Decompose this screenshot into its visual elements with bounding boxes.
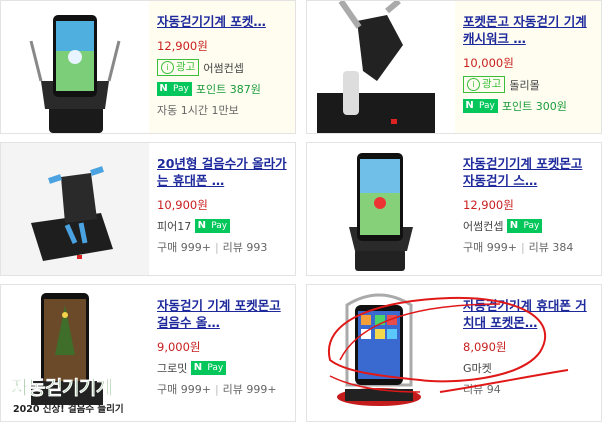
product-price: 12,900원: [157, 39, 208, 53]
naver-pay-badge: N Pay: [463, 99, 498, 113]
product-title[interactable]: 자동걷기기계 휴대폰 거치대 포켓몬…: [463, 297, 593, 331]
product-price: 10,000원: [463, 56, 514, 70]
info-icon: i: [467, 78, 480, 91]
purchase-count: 구매 999+: [157, 383, 211, 396]
product-image[interactable]: [307, 143, 455, 275]
product-card[interactable]: 자동걷기기계 2020 신상! 걸음수 늘리기 자동걷기 기계 포켓몬고 걸음수…: [0, 284, 296, 422]
points: 포인트 387원: [195, 83, 261, 96]
product-card[interactable]: 포켓몬고 자동걷기 기계 캐시워크 … 10,000원 i 광고 돌리몰 N Pay…: [306, 0, 602, 134]
seller-name[interactable]: 돌리몰: [509, 77, 539, 93]
seller-name[interactable]: 피어17: [157, 218, 191, 234]
product-price: 12,900원: [463, 198, 514, 212]
product-card[interactable]: 자동걷기기계 포켓… 12,900원 i 광고 어썸컨셉 N Pay 포인트 387…: [0, 0, 296, 134]
image-caption-big: 자동걷기기계: [11, 377, 114, 400]
naver-pay-badge: N Pay: [157, 82, 192, 96]
product-image[interactable]: 자동걷기기계 2020 신상! 걸음수 늘리기: [1, 285, 149, 421]
product-price: 10,900원: [157, 198, 208, 212]
product-title[interactable]: 20년형 걸음수가 올라가는 휴대폰 …: [157, 155, 287, 189]
product-title[interactable]: 포켓몬고 자동걷기 기계 캐시워크 …: [463, 13, 593, 47]
review-count[interactable]: 리뷰 384: [529, 239, 574, 255]
product-image[interactable]: [307, 285, 455, 421]
naver-pay-badge: N Pay: [507, 219, 543, 233]
points: 포인트 300원: [501, 100, 567, 113]
naver-pay-badge: N Pay: [191, 361, 227, 375]
image-caption-small: 2020 신상! 걸음수 늘리기: [13, 404, 124, 415]
product-card[interactable]: 자동걷기기계 휴대폰 거치대 포켓몬… 8,090원 G마켓 리뷰 94: [306, 284, 602, 422]
review-count[interactable]: 리뷰 999+: [223, 381, 277, 397]
product-image[interactable]: [1, 143, 149, 275]
seller-name[interactable]: 어썸컨셉: [203, 60, 243, 76]
product-title[interactable]: 자동걷기기계 포켓몬고 자동걷기 스…: [463, 155, 593, 189]
product-card[interactable]: 20년형 걸음수가 올라가는 휴대폰 … 10,900원 피어17 N Pay 구…: [0, 142, 296, 276]
naver-pay-badge: N Pay: [195, 219, 231, 233]
product-image[interactable]: [1, 1, 149, 133]
product-price: 9,000원: [157, 340, 201, 354]
seller-name[interactable]: 그로밋: [157, 360, 187, 376]
purchase-count: 구매 999+: [463, 241, 517, 254]
ad-badge[interactable]: i 광고: [463, 76, 506, 93]
product-card[interactable]: 자동걷기기계 포켓몬고 자동걷기 스… 12,900원 어썸컨셉 N Pay 구매…: [306, 142, 602, 276]
product-image[interactable]: [307, 1, 455, 133]
ad-badge[interactable]: i 광고: [157, 59, 200, 76]
product-meta: 자동 1시간 1만보: [157, 104, 239, 117]
product-grid: 자동걷기기계 포켓… 12,900원 i 광고 어썸컨셉 N Pay 포인트 387…: [0, 0, 608, 427]
info-icon: i: [161, 61, 174, 74]
review-count[interactable]: 리뷰 993: [223, 239, 268, 255]
product-title[interactable]: 자동걷기기계 포켓…: [157, 13, 287, 30]
product-price: 8,090원: [463, 340, 507, 354]
seller-name[interactable]: G마켓: [463, 360, 492, 376]
purchase-count: 구매 999+: [157, 241, 211, 254]
seller-name[interactable]: 어썸컨셉: [463, 218, 503, 234]
review-count[interactable]: 리뷰 94: [463, 381, 501, 397]
product-title[interactable]: 자동걷기 기계 포켓몬고 걸음수 올…: [157, 297, 287, 331]
